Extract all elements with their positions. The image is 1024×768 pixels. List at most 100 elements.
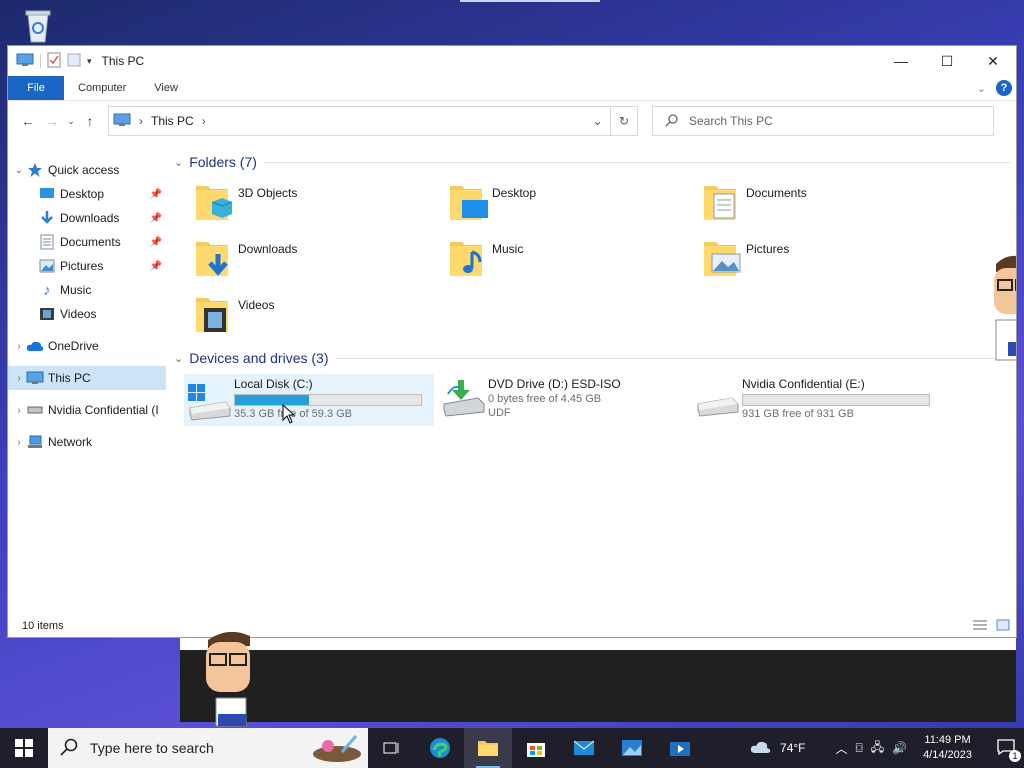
sidebar-item-onedrive[interactable]: › OneDrive — [8, 334, 166, 358]
new-folder-icon[interactable] — [67, 53, 81, 70]
customize-dropdown-icon[interactable]: ▾ — [87, 56, 92, 67]
notification-count: 1 — [1009, 749, 1021, 762]
main-area: ⌄ Quick access Desktop 📌 Downloads 📌 Doc… — [8, 148, 1016, 637]
movies-icon — [670, 742, 690, 756]
taskbar-movies[interactable] — [656, 728, 704, 768]
folder-3d-objects-icon — [192, 180, 236, 224]
network-status-icon[interactable]: 🖧 — [871, 738, 884, 759]
weather-icon[interactable] — [750, 740, 772, 757]
quick-access-toolbar: ▾ — [16, 52, 92, 71]
system-tray: 74°F ︿ ⌼ 🖧 🔊 11:49 PM 4/14/2023 1 — [750, 728, 1024, 768]
address-bar[interactable]: › This PC › ⌄ ↻ — [108, 106, 638, 136]
task-view-icon — [383, 742, 399, 754]
address-dropdown-button[interactable]: ⌄ — [585, 107, 611, 135]
taskbar-photos[interactable] — [608, 728, 656, 768]
notifications-button[interactable]: 1 — [988, 738, 1024, 762]
sidebar-item-this-pc[interactable]: › This PC — [8, 366, 166, 390]
up-button[interactable]: ↑ — [78, 109, 102, 133]
folder-documents[interactable]: Documents — [700, 180, 950, 232]
sidebar-item-downloads[interactable]: Downloads 📌 — [8, 206, 166, 230]
folder-downloads[interactable]: Downloads — [192, 236, 442, 288]
tab-view[interactable]: View — [140, 76, 192, 100]
properties-icon[interactable] — [47, 52, 61, 71]
sidebar-item-quick-access[interactable]: ⌄ Quick access — [8, 158, 166, 182]
chevron-right-icon[interactable]: › — [12, 341, 26, 352]
chevron-right-icon[interactable]: › — [12, 405, 26, 416]
tab-computer[interactable]: Computer — [64, 76, 140, 100]
large-icons-view-icon[interactable] — [996, 619, 1010, 634]
chevron-down-icon[interactable]: ⌄ — [174, 156, 183, 169]
sidebar-item-desktop[interactable]: Desktop 📌 — [8, 182, 166, 206]
sidebar-item-network[interactable]: › Network — [8, 430, 166, 454]
chevron-right-icon[interactable]: › — [12, 373, 26, 384]
close-button[interactable]: ✕ — [970, 46, 1016, 76]
computer-icon — [26, 369, 44, 387]
navigation-bar: ← → ⌄ ↑ › This PC › ⌄ ↻ Search This PC — [8, 101, 1016, 141]
task-view-button[interactable] — [368, 728, 416, 768]
breadcrumb-this-pc[interactable]: This PC — [151, 114, 194, 128]
drive-free-space: 0 bytes free of 4.45 GB — [488, 393, 602, 405]
breadcrumb-separator-icon[interactable]: › — [139, 114, 143, 128]
drives-group-header[interactable]: ⌄ Devices and drives (3) — [174, 350, 1010, 366]
drive-local-disk-c[interactable]: Local Disk (C:) 35.3 GB free of 59.3 GB — [184, 374, 434, 426]
taskbar-store[interactable] — [512, 728, 560, 768]
folders-group-header[interactable]: ⌄ Folders (7) — [174, 154, 1010, 170]
maximize-button[interactable]: ☐ — [924, 46, 970, 76]
folder-pictures[interactable]: Pictures — [700, 236, 950, 288]
breadcrumb-separator-icon[interactable]: › — [202, 114, 206, 128]
taskbar-edge[interactable] — [416, 728, 464, 768]
search-placeholder: Search This PC — [689, 114, 773, 128]
sidebar-item-music[interactable]: ♪ Music — [8, 278, 166, 302]
drive-usage-bar — [234, 394, 422, 406]
drive-nvidia-e[interactable]: Nvidia Confidential (E:) 931 GB free of … — [692, 374, 942, 426]
cartoon-character — [990, 250, 1016, 370]
details-view-icon[interactable] — [972, 619, 988, 634]
folder-desktop[interactable]: Desktop — [446, 180, 696, 232]
pin-icon: 📌 — [149, 236, 162, 248]
back-button[interactable]: ← — [16, 109, 40, 133]
taskbar-search-box[interactable]: Type here to search — [48, 728, 368, 768]
dvd-icon — [438, 374, 488, 424]
folder-downloads-icon — [192, 236, 236, 280]
sidebar-item-pictures[interactable]: Pictures 📌 — [8, 254, 166, 278]
folder-3d-objects[interactable]: 3D Objects — [192, 180, 442, 232]
expand-ribbon-icon[interactable]: ⌄ — [977, 82, 986, 95]
folder-music[interactable]: Music — [446, 236, 696, 288]
folder-videos[interactable]: Videos — [192, 292, 442, 344]
refresh-button[interactable]: ↻ — [611, 107, 637, 135]
minimize-button[interactable]: — — [878, 46, 924, 76]
mouse-cursor-icon — [282, 403, 296, 427]
cloud-icon — [26, 337, 44, 355]
search-box[interactable]: Search This PC — [652, 106, 994, 136]
sidebar-item-videos[interactable]: Videos — [8, 302, 166, 326]
forward-button[interactable]: → — [40, 109, 64, 133]
taskbar-mail[interactable] — [560, 728, 608, 768]
drive-name: DVD Drive (D:) ESD-ISO — [488, 377, 621, 391]
sidebar-item-nvidia-drive[interactable]: › Nvidia Confidential (I — [8, 398, 166, 422]
show-hidden-icons-button[interactable]: ︿ — [836, 740, 848, 757]
explorer-window: ▾ This PC — ☐ ✕ File Computer View ⌄ ? ←… — [7, 45, 1017, 638]
tab-file[interactable]: File — [8, 76, 64, 100]
volume-icon[interactable]: 🔊 — [892, 741, 907, 755]
chevron-right-icon[interactable]: › — [12, 437, 26, 448]
recent-locations-button[interactable]: ⌄ — [64, 109, 78, 133]
taskbar-file-explorer[interactable] — [464, 728, 512, 768]
recycle-bin-icon[interactable] — [18, 6, 58, 44]
drive-usage-bar — [742, 394, 930, 406]
chevron-down-icon[interactable]: ⌄ — [12, 165, 26, 176]
chevron-down-icon[interactable]: ⌄ — [174, 352, 183, 365]
clock[interactable]: 11:49 PM 4/14/2023 — [915, 733, 980, 763]
photos-icon — [622, 740, 642, 756]
search-icon — [665, 113, 679, 130]
sidebar-item-documents[interactable]: Documents 📌 — [8, 230, 166, 254]
folder-desktop-icon — [446, 180, 490, 224]
folder-music-icon — [446, 236, 490, 280]
help-button[interactable]: ? — [996, 80, 1012, 96]
weather-temperature[interactable]: 74°F — [780, 741, 805, 755]
drive-dvd-d[interactable]: DVD Drive (D:) ESD-ISO 0 bytes free of 4… — [438, 374, 688, 426]
background-panel — [180, 650, 1016, 722]
documents-icon — [38, 233, 56, 251]
wallpaper-strip — [460, 0, 600, 2]
start-button[interactable] — [0, 728, 48, 768]
meet-now-icon[interactable]: ⌼ — [856, 741, 863, 756]
